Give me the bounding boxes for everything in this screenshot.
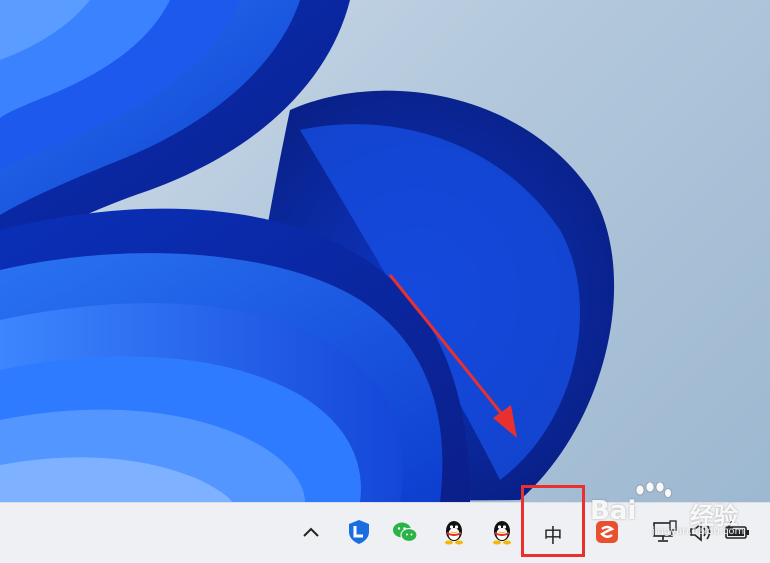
volume-icon <box>690 522 711 542</box>
battery-icon <box>725 521 749 539</box>
security-tray-button[interactable] <box>342 515 376 549</box>
wechat-tray-button[interactable] <box>388 515 422 549</box>
battery-tray-button[interactable] <box>720 515 754 549</box>
qq-penguin-icon <box>493 521 511 545</box>
qq-tray-button-2[interactable] <box>485 515 519 549</box>
ime-mode-indicator[interactable]: 中 <box>522 511 584 557</box>
volume-tray-button[interactable] <box>684 515 718 549</box>
sogou-input-tray-button[interactable] <box>590 515 624 549</box>
sogou-input-icon <box>596 521 618 543</box>
qq-tray-button[interactable] <box>437 515 471 549</box>
network-icon <box>653 520 677 542</box>
taskbar: 中 <box>0 502 770 563</box>
show-hidden-icons-button[interactable] <box>294 515 328 549</box>
network-tray-button[interactable] <box>647 515 681 549</box>
chevron-up-icon <box>303 527 319 537</box>
bloom-wallpaper <box>0 0 615 502</box>
wechat-icon <box>393 522 418 543</box>
qq-penguin-icon <box>445 521 463 545</box>
desktop-wallpaper <box>0 0 770 502</box>
security-shield-icon <box>349 520 369 544</box>
